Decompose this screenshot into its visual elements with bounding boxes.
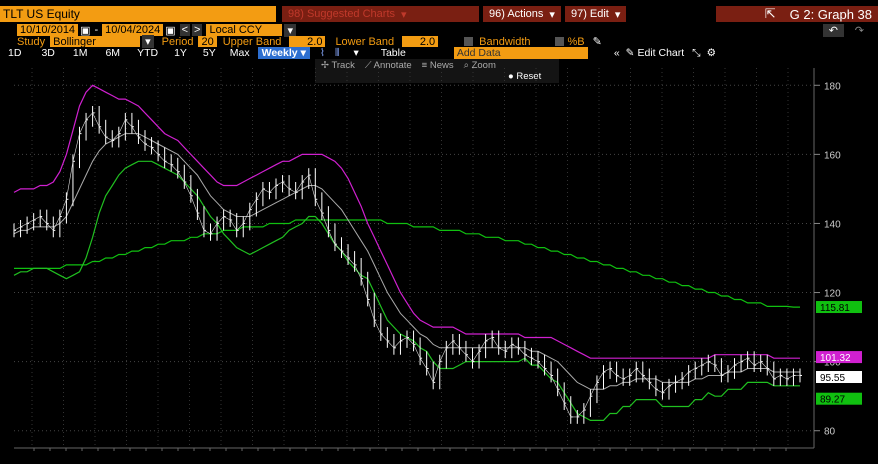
chart-type-icon[interactable]: ⌇ <box>320 47 325 59</box>
actions-label: 96) Actions <box>489 8 544 20</box>
y-tick-label: 80 <box>824 427 836 438</box>
period-value: 20 <box>201 35 214 48</box>
currency-value: Local CCY <box>209 24 263 36</box>
pencil-icon: ✎ <box>625 47 635 59</box>
study-value: Bollinger <box>53 35 96 48</box>
collapse-icon[interactable]: « <box>614 47 620 59</box>
series-line-ma200 <box>14 219 800 308</box>
study-label: Study <box>17 35 46 48</box>
percent-b-checkbox[interactable] <box>554 37 564 46</box>
y-tick-label: 120 <box>824 289 841 300</box>
percent-b-label: %B <box>567 35 585 48</box>
add-data-input[interactable]: Add Data <box>453 47 588 59</box>
date-separator: - <box>94 24 99 36</box>
ticker-label: TLT US Equity <box>3 7 80 21</box>
study-select[interactable]: Bollinger <box>50 35 141 48</box>
period-input[interactable]: 20 <box>198 35 217 48</box>
table-button[interactable]: Table <box>381 47 406 59</box>
period-label: Period <box>161 35 194 48</box>
range-1m[interactable]: 1M <box>73 47 88 59</box>
undo-icon[interactable]: ↶ <box>822 23 844 37</box>
price-chart[interactable]: 80100120140160180 115.81101.3295.5589.27 <box>0 60 878 464</box>
frequency-value: Weekly <box>261 47 298 59</box>
lower-band-value: 2.0 <box>419 35 436 48</box>
resize-icon[interactable]: ⤡ <box>692 47 700 60</box>
lower-band-label: Lower Band <box>335 35 395 48</box>
graph-title-box: ⇱ G 2: Graph 38 <box>716 6 878 22</box>
lower-band-input[interactable]: 2.0 <box>402 35 439 48</box>
last-value-text: 95.55 <box>820 373 845 384</box>
range-ytd[interactable]: YTD <box>137 47 158 59</box>
candle-icon[interactable]: ⫴ <box>335 47 339 60</box>
y-tick-label: 180 <box>824 81 841 92</box>
last-value-text: 115.81 <box>820 303 850 314</box>
chevron-down-icon: ▾ <box>401 8 407 21</box>
range-6m[interactable]: 6M <box>105 47 120 59</box>
chevron-down-icon[interactable]: ▾ <box>353 47 358 59</box>
y-tick-label: 160 <box>824 150 841 161</box>
actions-button[interactable]: 96) Actions ▾ <box>483 6 561 22</box>
redo-icon[interactable]: ↷ <box>855 24 864 37</box>
start-date-value: 10/10/2014 <box>20 24 76 36</box>
range-5y[interactable]: 5Y <box>203 47 216 59</box>
edit-chart-button[interactable]: Edit Chart <box>637 47 684 59</box>
date-row: 10/10/2014 ▣ - 10/04/2024 ▣ < > Local CC… <box>0 23 878 37</box>
series-line-ma20 <box>13 133 800 390</box>
last-value-text: 89.27 <box>820 395 845 406</box>
toolbar-row: 1D 3D 1M 6M YTD 1Y 5Y Max Weekly ▾ ⌇ ⫴ ▾ … <box>0 47 878 59</box>
frequency-select[interactable]: Weekly ▾ <box>257 47 310 59</box>
start-date-input[interactable]: 10/10/2014 <box>17 24 79 36</box>
chevron-down-icon: ▾ <box>300 47 306 59</box>
range-1d[interactable]: 1D <box>8 47 21 59</box>
graph-title: G 2: Graph 38 <box>789 6 872 22</box>
add-data-label: Add Data <box>456 47 501 59</box>
suggested-charts-label: 98) Suggested Charts <box>288 8 396 20</box>
next-arrow-icon[interactable]: > <box>192 24 203 36</box>
upper-band-value: 2.0 <box>307 35 323 48</box>
y-tick-label: 140 <box>824 219 841 230</box>
chevron-down-icon[interactable]: ▾ <box>284 23 297 37</box>
ticker-box[interactable]: TLT US Equity <box>0 6 276 22</box>
last-value-labels: 115.81 101.32 95.55 89.27 <box>816 301 862 406</box>
range-3d[interactable]: 3D <box>41 47 54 59</box>
study-row: Study Bollinger ▾ Period 20 Upper Band 2… <box>0 35 878 48</box>
upper-band-input[interactable]: 2.0 <box>289 35 326 48</box>
prev-arrow-icon[interactable]: < <box>179 24 191 36</box>
gear-icon[interactable]: ⚙ <box>707 47 716 59</box>
title-bar: TLT US Equity 98) Suggested Charts ▾ 96) … <box>0 6 878 22</box>
chart-series <box>13 84 802 424</box>
upper-band-label: Upper Band <box>222 35 282 48</box>
last-value-text: 101.32 <box>820 353 851 364</box>
chevron-down-icon: ▾ <box>549 8 555 21</box>
chevron-down-icon: ▾ <box>614 8 621 21</box>
currency-select[interactable]: Local CCY <box>206 24 283 36</box>
edit-label: 97) Edit <box>570 8 609 20</box>
expand-icon[interactable]: ⇱ <box>765 6 776 22</box>
bandwidth-checkbox[interactable] <box>464 37 474 46</box>
suggested-charts-button[interactable]: 98) Suggested Charts ▾ <box>282 6 479 22</box>
bandwidth-label: Bandwidth <box>479 35 531 48</box>
range-max[interactable]: Max <box>230 47 250 59</box>
range-1y[interactable]: 1Y <box>174 47 187 59</box>
edit-button[interactable]: 97) Edit ▾ <box>564 6 627 22</box>
series-line-price <box>13 112 800 418</box>
end-date-input[interactable]: 10/04/2024 <box>102 24 164 36</box>
chart-grid <box>14 68 814 448</box>
